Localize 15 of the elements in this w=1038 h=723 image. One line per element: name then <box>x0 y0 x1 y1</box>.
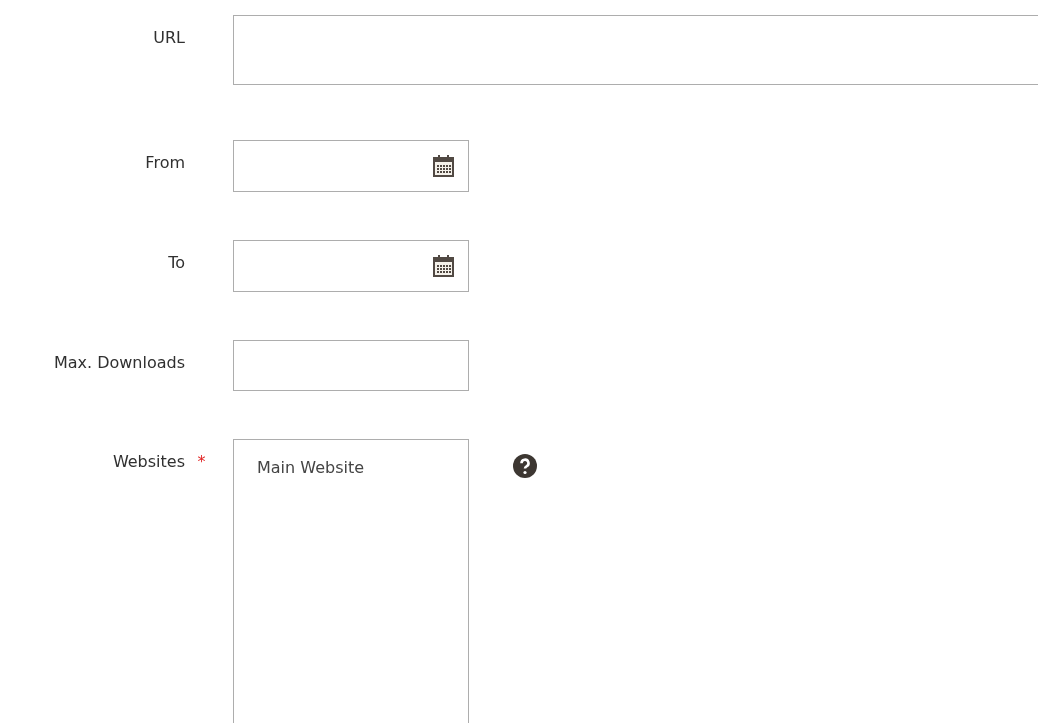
input-field[interactable] <box>233 340 469 391</box>
help-icon[interactable] <box>513 454 537 478</box>
field-label: Websites <box>112 452 185 471</box>
date-field[interactable] <box>233 240 469 292</box>
field-label: URL <box>153 28 185 47</box>
calendar-icon[interactable] <box>433 155 454 177</box>
option-item[interactable]: Main Website <box>234 458 468 477</box>
field-label: Max. Downloads <box>53 353 185 372</box>
date-field[interactable] <box>233 140 469 192</box>
field-label: To <box>168 253 185 272</box>
calendar-icon[interactable] <box>433 255 454 277</box>
multiselect-field[interactable]: Main Website <box>233 439 469 723</box>
field-label: From <box>145 153 185 172</box>
required-asterisk: * <box>196 452 207 471</box>
url-field[interactable] <box>233 15 1038 85</box>
